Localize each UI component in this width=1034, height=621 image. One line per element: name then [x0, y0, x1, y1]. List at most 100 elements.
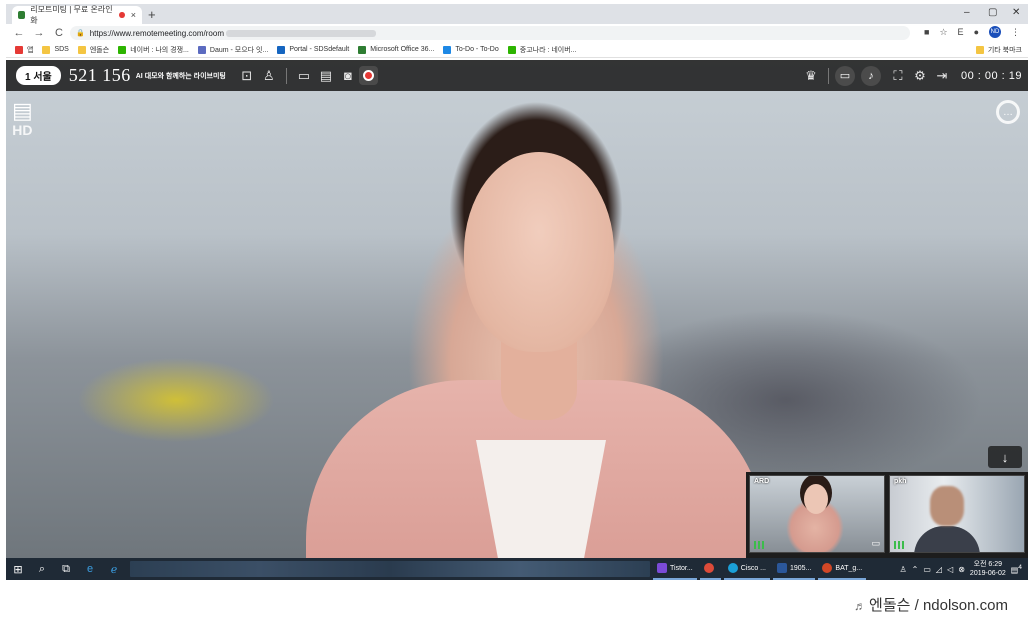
minimize-button[interactable]: –	[964, 7, 970, 18]
forward-button[interactable]: →	[32, 27, 46, 39]
windows-start-icon[interactable]: ⊞	[6, 563, 30, 576]
bookmark-item[interactable]: Microsoft Office 36...	[358, 45, 434, 54]
blurred-face	[930, 486, 964, 526]
network-icon[interactable]: ◿	[936, 565, 942, 574]
new-tab-button[interactable]: +	[148, 7, 156, 22]
bookmark-item[interactable]: 앱	[15, 45, 33, 55]
menu-kebab-icon[interactable]: ⋮	[1011, 27, 1020, 38]
battery-icon[interactable]: ▭	[923, 565, 931, 574]
clipboard-icon[interactable]: ▤	[12, 100, 33, 122]
bookmarks-bar: 앱 SDS 엔돌슨 네이버 : 나의 경쟁... Daum - 모으다 잇...…	[6, 42, 1028, 58]
participant-strip: ARD ▭ pkh	[746, 472, 1028, 558]
edge-icon[interactable]: e	[78, 563, 102, 575]
screen-icon[interactable]: ▭	[871, 538, 880, 549]
watermark-credit: ♬ 엔돌슨 / ndolson.com	[854, 597, 1008, 614]
tab-close-icon[interactable]: ×	[131, 10, 136, 20]
search-icon[interactable]: ⌕	[30, 563, 54, 576]
record-button[interactable]	[358, 66, 378, 85]
camera-capture-icon[interactable]: ◙	[337, 68, 359, 83]
todo-check-icon	[443, 45, 452, 54]
apps-grid-icon	[15, 45, 23, 54]
tab-title: 리모트미팅 | 무료 온라인 화	[30, 5, 113, 25]
chrome-icon	[703, 563, 714, 573]
url-text: https://www.remotemeeting.com/room	[89, 28, 224, 38]
crown-icon[interactable]: ♛	[800, 68, 822, 84]
address-bar-actions: ■ ☆ E ● ND ⋮	[924, 26, 1020, 38]
tray-chevron-icon[interactable]: ⌃	[912, 565, 919, 574]
close-window-button[interactable]: ✕	[1012, 7, 1020, 18]
lock-room-icon[interactable]: ⊡	[236, 68, 258, 84]
room-id: 521 156	[68, 65, 131, 85]
bookmark-star-icon[interactable]: ☆	[939, 27, 947, 38]
quality-panel[interactable]: ▤ HD	[12, 100, 33, 139]
favicon-icon	[18, 11, 26, 19]
reload-button[interactable]: C	[52, 27, 66, 39]
signal-strength-icon	[894, 541, 904, 549]
naver-icon	[118, 45, 127, 54]
taskbar-app[interactable]: Tistor...	[653, 558, 697, 580]
folder-icon	[975, 45, 984, 54]
taskbar-app[interactable]: Cisco ...	[723, 558, 770, 580]
meeting-timer: 00 : 00 : 19	[960, 69, 1022, 82]
powerpoint-icon	[822, 563, 833, 573]
participant-tile[interactable]: ARD ▭	[749, 475, 885, 553]
exit-icon[interactable]: ⇥	[931, 68, 953, 84]
cisco-icon	[727, 563, 738, 573]
visual-studio-icon	[657, 563, 667, 573]
chat-bubble-icon[interactable]: …	[996, 100, 1020, 124]
bookmark-item[interactable]: Portal - SDSdefault	[277, 45, 349, 54]
ie-icon[interactable]: ℯ	[102, 563, 126, 576]
screen-share-icon[interactable]: ▭	[293, 68, 315, 84]
music-note-icon: ♬	[854, 599, 867, 613]
extension-circle-icon[interactable]: ●	[974, 27, 979, 37]
record-icon	[362, 70, 374, 81]
bookmark-item[interactable]: To-Do - To-Do	[443, 45, 499, 54]
settings-gear-icon[interactable]: ⚙	[909, 68, 931, 84]
room-badge: 1 서울	[16, 66, 61, 85]
system-tray: ♙ ⌃ ▭ ◿ ◁ ⊗ 오전 6:29 2019-06-02 ▤4	[899, 560, 1028, 578]
participant-name: ARD	[754, 478, 770, 485]
daum-icon	[197, 45, 206, 54]
volume-icon[interactable]: ◁	[947, 565, 953, 574]
back-button[interactable]: ←	[12, 27, 26, 39]
fullscreen-icon[interactable]: ⛶	[887, 68, 909, 84]
windows-taskbar: ⊞ ⌕ ⧉ e ℯ Tistor... Cisco ... 1905... BA…	[6, 558, 1028, 580]
meeting-app: 1 서울 521 156 AI 대모와 함께하는 라이브미팅 ⊡ ♙ ▭ ▤ ◙…	[6, 60, 1028, 558]
collapse-down-button[interactable]: ↓	[988, 446, 1022, 468]
maximize-button[interactable]: ▢	[988, 7, 997, 18]
add-participant-icon[interactable]: ♙	[258, 68, 280, 84]
people-icon[interactable]: ♙	[899, 565, 906, 574]
hd-label[interactable]: HD	[12, 122, 33, 138]
room-subtitle: AI 대모와 함께하는 라이브미팅	[135, 72, 226, 80]
office-icon	[358, 45, 367, 54]
video-toggle-button[interactable]: ▭	[834, 65, 855, 86]
portal-icon	[277, 45, 286, 54]
mic-toggle-button[interactable]: ♪	[860, 65, 881, 86]
url-field[interactable]: 🔒 https://www.remotemeeting.com/room	[70, 26, 910, 40]
browser-tab[interactable]: 리모트미팅 | 무료 온라인 화 ×	[12, 5, 142, 25]
signal-strength-icon	[754, 541, 764, 549]
folder-icon	[77, 45, 86, 54]
language-icon[interactable]: ⊗	[958, 565, 965, 574]
profile-avatar[interactable]: ND	[989, 26, 1001, 38]
bookmark-item[interactable]: 중고나라 : 네이버...	[507, 45, 577, 55]
lock-icon: 🔒	[76, 30, 85, 37]
extension-icon[interactable]: E	[958, 27, 964, 37]
document-share-icon[interactable]: ▤	[315, 68, 337, 84]
camera-permission-icon[interactable]: ■	[924, 27, 929, 37]
bookmark-item[interactable]: 엔돌슨	[77, 45, 109, 55]
meeting-toolbar: 1 서울 521 156 AI 대모와 함께하는 라이브미팅 ⊡ ♙ ▭ ▤ ◙…	[6, 60, 1028, 91]
task-view-icon[interactable]: ⧉	[54, 563, 78, 576]
taskbar-app[interactable]: BAT_g...	[818, 558, 867, 580]
notification-center-icon[interactable]: ▤4	[1011, 564, 1022, 575]
taskbar-app[interactable]	[699, 558, 721, 580]
taskbar-app[interactable]: 1905...	[773, 558, 816, 580]
naver-icon	[507, 45, 516, 54]
bookmark-item[interactable]: Daum - 모으다 잇...	[197, 45, 268, 55]
bookmark-item[interactable]: SDS	[42, 45, 69, 54]
bookmark-item[interactable]: 네이버 : 나의 경쟁...	[118, 45, 189, 55]
system-clock[interactable]: 오전 6:29 2019-06-02	[970, 560, 1006, 578]
participant-tile[interactable]: pkh	[889, 475, 1025, 553]
other-bookmarks[interactable]: 기타 북마크	[975, 45, 1022, 55]
recording-indicator-icon	[119, 12, 125, 18]
